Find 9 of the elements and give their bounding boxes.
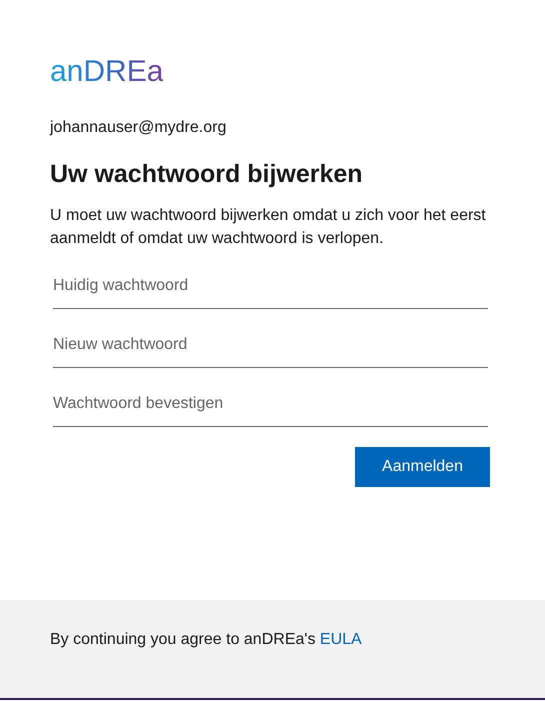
description-text: U moet uw wachtwoord bijwerken omdat u zich voor het eerst aanmeldt of omdat uw wachtwoord is verlopen.	[50, 206, 487, 249]
sign-in-button[interactable]: Aanmelden	[355, 447, 490, 487]
account-email: johannauser@mydre.org	[50, 118, 228, 138]
eula-link[interactable]: EULA	[320, 631, 362, 648]
page-title: Uw wachtwoord bijwerken	[50, 159, 364, 190]
password-field[interactable]: Wachtwoord bevestigen	[53, 386, 488, 427]
password-field[interactable]: Huidig wachtwoord	[53, 268, 488, 309]
agreement-text: By continuing you agree to anDREa's EULA	[50, 630, 363, 650]
password-field[interactable]: Nieuw wachtwoord	[53, 327, 488, 368]
